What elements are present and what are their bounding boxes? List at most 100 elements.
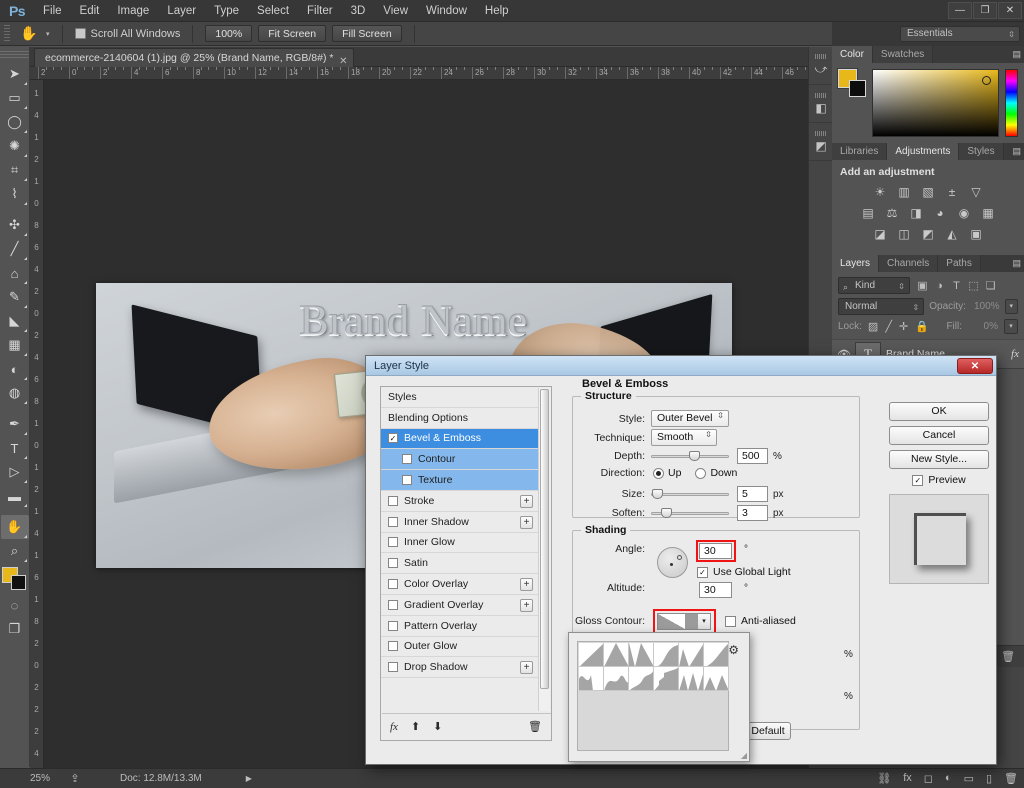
spot-healing-tool-icon[interactable]: ✣ (1, 213, 29, 237)
zoom-level[interactable]: 25% (0, 773, 62, 784)
photo-filter-icon[interactable]: ◕ (932, 205, 949, 220)
menu-view[interactable]: View (374, 0, 417, 22)
contour-picker-popup[interactable]: ⚙ ◢ (568, 632, 750, 762)
scroll-all-windows-option[interactable]: Scroll All Windows (74, 28, 180, 40)
layer-fx-icon[interactable]: fx (1011, 348, 1019, 360)
menu-file[interactable]: File (34, 0, 71, 22)
add-effect-button[interactable]: + (520, 515, 533, 529)
menu-edit[interactable]: Edit (71, 0, 109, 22)
minimize-button[interactable]: — (948, 2, 972, 19)
gradient-map-icon[interactable]: ▣ (968, 226, 985, 241)
tab-styles[interactable]: Styles (959, 143, 1004, 160)
contour-preset-ring-double[interactable] (579, 667, 604, 691)
color-panel-swatches[interactable] (838, 69, 866, 97)
color-swatches-tool[interactable] (1, 567, 28, 591)
preview-option[interactable]: ✓ Preview (889, 474, 989, 486)
close-button[interactable]: ✕ (998, 2, 1022, 19)
spinner-icon[interactable]: ⇳ (717, 412, 724, 420)
slider-knob[interactable] (689, 451, 700, 461)
fx-icon[interactable]: fx (903, 772, 912, 785)
lock-position-icon[interactable]: ✛ (899, 320, 908, 333)
direction-up-radio[interactable] (653, 467, 664, 479)
tab-color[interactable]: Color (832, 46, 873, 63)
tab-libraries[interactable]: Libraries (832, 143, 888, 160)
contour-preset-ring[interactable] (704, 643, 729, 667)
dial-handle[interactable] (677, 555, 682, 560)
add-effect-button[interactable]: + (520, 578, 533, 592)
tab-adjustments[interactable]: Adjustments (887, 143, 960, 160)
filter-shape-icon[interactable]: ⬚ (965, 278, 982, 294)
style-item-outer-glow[interactable]: Outer Glow (381, 637, 539, 658)
tab-paths[interactable]: Paths (938, 255, 981, 272)
hand-tool-icon[interactable]: ✋ (0, 515, 29, 539)
crop-tool-icon[interactable]: ⌗ (1, 158, 29, 182)
adjustment-icon[interactable]: ◐ (945, 772, 952, 785)
black-white-icon[interactable]: ◨ (908, 205, 925, 220)
marquee-tool-icon[interactable]: ▭ (1, 86, 29, 110)
chevron-down-icon[interactable]: ⇳ (898, 279, 905, 294)
add-effect-button[interactable]: + (520, 661, 533, 675)
tab-layers[interactable]: Layers (832, 255, 880, 272)
eraser-tool-icon[interactable]: ◣ (1, 309, 29, 333)
eyedropper-tool-icon[interactable]: ⌇ (1, 182, 29, 206)
posterize-icon[interactable]: ◫ (896, 226, 913, 241)
contour-preset-cove-deep[interactable] (654, 643, 679, 667)
size-slider[interactable] (651, 487, 729, 501)
style-item-inner-shadow[interactable]: Inner Shadow + (381, 512, 539, 533)
move-tool-icon[interactable]: ➤ (1, 62, 29, 86)
color-picker-ring[interactable] (982, 76, 991, 85)
contour-preset-linear[interactable] (579, 643, 604, 667)
threshold-icon[interactable]: ◩ (920, 226, 937, 241)
gear-icon[interactable]: ⚙ (728, 643, 739, 657)
lock-transparent-pixels-icon[interactable]: ▨ (868, 320, 878, 333)
delete-effect-icon[interactable]: 🗑 (528, 720, 542, 733)
move-up-icon[interactable]: ⬆ (411, 720, 420, 733)
character-panel-icon[interactable]: ◩ (809, 123, 833, 161)
vibrance-icon[interactable]: ▽ (968, 184, 985, 199)
resize-grip-icon[interactable]: ◢ (741, 751, 747, 760)
add-effect-button[interactable]: + (520, 598, 533, 612)
style-item-checkbox[interactable] (388, 662, 398, 673)
contour-preset-cone[interactable] (604, 643, 629, 667)
style-item-blending-options[interactable]: Blending Options (381, 408, 539, 429)
history-panel-icon[interactable]: ⤻ (809, 47, 833, 85)
spinner-icon[interactable]: ⇳ (705, 431, 712, 439)
contour-preset-rounded-steps[interactable] (654, 667, 679, 691)
share-icon[interactable]: ⇪ (62, 772, 88, 785)
style-item-checkbox[interactable] (388, 579, 398, 590)
contour-preset-gaussian[interactable] (604, 667, 629, 691)
dialog-close-button[interactable]: ✕ (957, 358, 993, 374)
technique-select[interactable]: Smooth ⇳ (651, 429, 717, 446)
color-lookup-icon[interactable]: ▦ (980, 205, 997, 220)
opacity-stepper[interactable]: ▾ (1004, 299, 1018, 314)
style-item-styles[interactable]: Styles (381, 387, 539, 408)
zoom-tool-icon[interactable]: ⌕ (1, 539, 29, 563)
channel-mixer-icon[interactable]: ◉ (956, 205, 973, 220)
fill-stepper[interactable]: ▾ (1004, 319, 1018, 334)
fit-screen-button[interactable]: Fit Screen (258, 25, 327, 42)
hue-strip[interactable] (1005, 69, 1018, 137)
tab-swatches[interactable]: Swatches (872, 46, 934, 63)
panel-menu-icon[interactable]: ▤ (1012, 258, 1021, 269)
menu-image[interactable]: Image (108, 0, 158, 22)
style-select[interactable]: Outer Bevel ⇳ (651, 410, 729, 427)
depth-input[interactable]: 500 (737, 448, 768, 464)
style-item-checkbox[interactable] (388, 620, 398, 631)
workspace-selector[interactable]: Essentials ⇳ (900, 26, 1020, 42)
brush-tool-icon[interactable]: ╱ (1, 237, 29, 261)
style-item-texture[interactable]: Texture (381, 470, 539, 491)
style-item-bevel-emboss[interactable]: ✓ Bevel & Emboss (381, 428, 539, 450)
clone-stamp-tool-icon[interactable]: ⌂ (1, 261, 29, 285)
style-item-drop-shadow[interactable]: Drop Shadow + (381, 657, 539, 679)
ok-button[interactable]: OK (889, 402, 989, 421)
menu-type[interactable]: Type (205, 0, 248, 22)
filter-type-icon[interactable]: T (948, 278, 965, 294)
fill-value[interactable]: 0% (968, 321, 998, 332)
selective-color-icon[interactable]: ◭ (944, 226, 961, 241)
preview-checkbox[interactable]: ✓ (912, 474, 924, 486)
angle-dial[interactable] (657, 547, 688, 578)
opacity-value[interactable]: 100% (971, 301, 1000, 312)
dodge-tool-icon[interactable]: ◍ (1, 381, 29, 405)
path-selection-tool-icon[interactable]: ▷ (1, 460, 29, 484)
tab-channels[interactable]: Channels (879, 255, 939, 272)
